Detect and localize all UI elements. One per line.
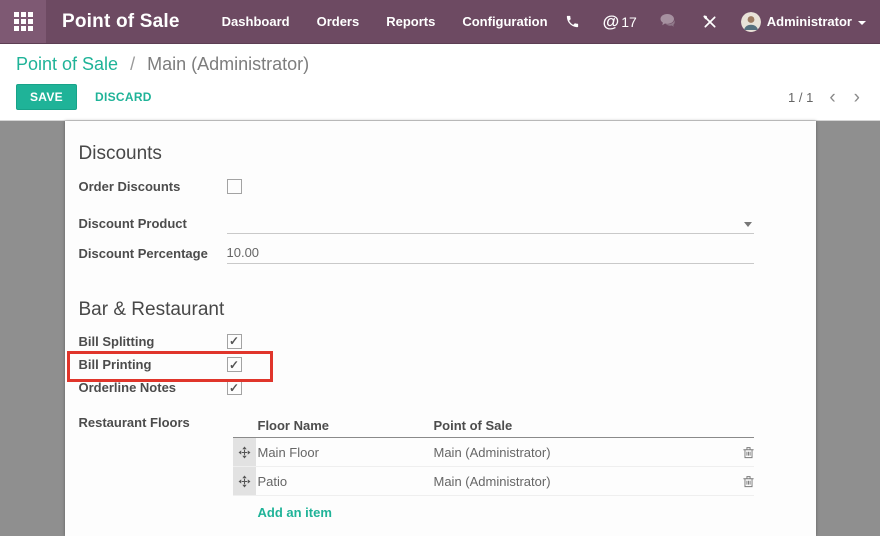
main-menu: Dashboard Orders Reports Configuration	[222, 14, 548, 29]
app-title[interactable]: Point of Sale	[62, 11, 180, 33]
orderline-notes-row: Orderline Notes ✓	[79, 376, 754, 399]
control-panel: Point of Sale / Main (Administrator) SAV…	[0, 44, 880, 121]
menu-dashboard[interactable]: Dashboard	[222, 14, 290, 29]
trash-icon[interactable]	[732, 446, 754, 459]
phone-icon[interactable]	[565, 14, 580, 29]
discount-product-row: Discount Product	[79, 210, 754, 236]
menu-reports[interactable]: Reports	[386, 14, 435, 29]
avatar	[741, 12, 761, 32]
apps-grid-icon	[14, 12, 33, 31]
discount-product-input[interactable]	[227, 212, 754, 234]
checkmark-icon: ✓	[229, 335, 239, 347]
order-discounts-row: Order Discounts	[79, 174, 754, 198]
add-an-item-link[interactable]: Add an item	[258, 505, 332, 520]
orderline-notes-checkbox[interactable]: ✓	[227, 380, 242, 395]
drag-handle-icon[interactable]	[233, 438, 256, 466]
breadcrumb: Point of Sale / Main (Administrator)	[16, 54, 864, 75]
discount-percentage-label: Discount Percentage	[79, 246, 227, 261]
mention-count: 17	[621, 14, 637, 30]
orderline-notes-label: Orderline Notes	[79, 380, 227, 395]
pager-next-icon[interactable]: ›	[852, 91, 862, 104]
form-sheet: Discounts Order Discounts Discount Produ…	[65, 121, 816, 536]
navbar-systray: @ 17 Administrator	[565, 12, 866, 32]
column-header-point-of-sale[interactable]: Point of Sale	[434, 418, 732, 433]
menu-configuration[interactable]: Configuration	[462, 14, 547, 29]
order-discounts-checkbox[interactable]	[227, 179, 242, 194]
menu-orders[interactable]: Orders	[317, 14, 360, 29]
section-title-bar-restaurant: Bar & Restaurant	[79, 299, 754, 321]
table-row[interactable]: Patio Main (Administrator)	[233, 467, 754, 496]
discard-button[interactable]: DISCARD	[95, 90, 152, 104]
restaurant-floors-table: Floor Name Point of Sale Main Floor Main…	[233, 413, 754, 522]
caret-down-icon	[858, 21, 866, 25]
cell-point-of-sale[interactable]: Main (Administrator)	[434, 474, 732, 489]
discount-percentage-value: 10.00	[227, 245, 260, 263]
discount-product-label: Discount Product	[79, 216, 227, 231]
section-title-discounts: Discounts	[79, 143, 754, 165]
cell-point-of-sale[interactable]: Main (Administrator)	[434, 445, 732, 460]
cell-floor-name[interactable]: Patio	[256, 474, 434, 489]
table-header: Floor Name Point of Sale	[233, 413, 754, 438]
user-name: Administrator	[767, 14, 852, 29]
breadcrumb-parent-link[interactable]: Point of Sale	[16, 54, 118, 74]
tools-icon[interactable]	[702, 14, 718, 30]
apps-menu-button[interactable]	[0, 0, 46, 43]
restaurant-floors-label: Restaurant Floors	[79, 413, 227, 430]
table-row[interactable]: Main Floor Main (Administrator)	[233, 438, 754, 467]
bill-splitting-row: Bill Splitting ✓	[79, 329, 754, 353]
mention-counter[interactable]: @ 17	[603, 12, 637, 32]
pager-value: 1 / 1	[788, 90, 813, 105]
bill-printing-checkbox[interactable]: ✓	[227, 357, 242, 372]
column-header-floor-name[interactable]: Floor Name	[256, 418, 434, 433]
pager: 1 / 1 ‹ ›	[788, 90, 862, 105]
order-discounts-label: Order Discounts	[79, 179, 227, 194]
cell-floor-name[interactable]: Main Floor	[256, 445, 434, 460]
bill-splitting-label: Bill Splitting	[79, 334, 227, 349]
bill-printing-label: Bill Printing	[79, 357, 227, 372]
checkmark-icon: ✓	[229, 382, 239, 394]
discount-percentage-input[interactable]: 10.00	[227, 242, 754, 264]
save-button[interactable]: SAVE	[16, 84, 77, 110]
discount-percentage-row: Discount Percentage 10.00	[79, 240, 754, 266]
chat-icon[interactable]	[660, 14, 679, 29]
dropdown-caret-icon[interactable]	[744, 222, 752, 227]
bill-printing-row: Bill Printing ✓	[79, 353, 754, 376]
breadcrumb-current: Main (Administrator)	[147, 54, 309, 74]
at-icon: @	[603, 12, 620, 32]
drag-handle-icon[interactable]	[233, 467, 256, 495]
top-navbar: Point of Sale Dashboard Orders Reports C…	[0, 0, 880, 44]
content-background: Discounts Order Discounts Discount Produ…	[0, 121, 880, 536]
app-window: Point of Sale Dashboard Orders Reports C…	[0, 0, 880, 536]
checkmark-icon: ✓	[229, 359, 239, 371]
control-panel-actions: SAVE DISCARD 1 / 1 ‹ ›	[16, 84, 864, 110]
trash-icon[interactable]	[732, 475, 754, 488]
user-menu[interactable]: Administrator	[741, 12, 866, 32]
restaurant-floors-row: Restaurant Floors Floor Name Point of Sa…	[79, 413, 754, 522]
breadcrumb-separator: /	[130, 54, 135, 74]
bill-splitting-checkbox[interactable]: ✓	[227, 334, 242, 349]
pager-prev-icon[interactable]: ‹	[827, 91, 837, 104]
handle-column-header	[233, 413, 256, 437]
